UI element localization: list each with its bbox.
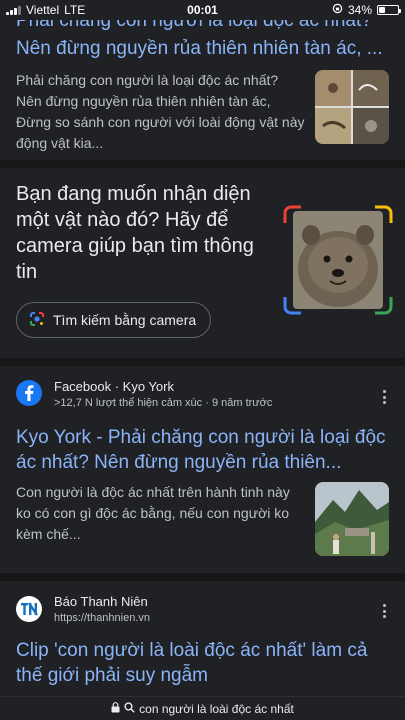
- result-title[interactable]: Clip 'con người là loài độc ác nhất' làm…: [16, 638, 388, 688]
- site-url: https://thanhnien.vn: [54, 612, 151, 624]
- result-thumbnail[interactable]: [315, 482, 389, 556]
- quokka-image: [283, 205, 393, 315]
- battery-area: 34%: [332, 3, 401, 17]
- more-options-icon[interactable]: [383, 390, 387, 404]
- result-meta: >12,7 N lượt thể hiện cảm xúc · 9 năm tr…: [54, 397, 273, 409]
- site-name[interactable]: Báo Thanh Niên: [54, 594, 148, 609]
- status-bar: Viettel LTE 00:01 34%: [0, 0, 405, 20]
- divider: [0, 358, 405, 366]
- facebook-icon: [16, 380, 42, 406]
- result-snippet: Con người là độc ác nhất trên hành tinh …: [16, 484, 290, 542]
- battery-percent: 34%: [347, 3, 372, 17]
- search-result-top: Phải chăng con người là loại độc ác nhất…: [0, 0, 405, 160]
- battery-icon: [377, 5, 401, 15]
- result-snippet: Phải chăng con người là loại độc ác nhất…: [16, 72, 305, 151]
- google-lens-icon: [29, 311, 45, 330]
- camera-search-label: Tìm kiếm bằng camera: [53, 312, 197, 328]
- divider: [0, 573, 405, 581]
- result-title[interactable]: Kyo York - Phải chăng con người là loại …: [16, 425, 388, 475]
- divider: [0, 160, 405, 168]
- thanhnien-logo-icon: [16, 596, 42, 622]
- address-bar[interactable]: con người là loài độc ác nhất: [0, 696, 405, 720]
- site-name[interactable]: Facebook · Kyo York: [54, 379, 174, 394]
- rotation-lock-icon: [332, 3, 343, 17]
- result-title[interactable]: Nên đừng nguyền rủa thiên nhiên tàn ác, …: [16, 36, 388, 61]
- result-thumbnail[interactable]: [315, 70, 389, 144]
- camera-promo-text: Bạn đang muốn nhận diện một vật nào đó? …: [16, 183, 254, 283]
- address-bar-query: con người là loài độc ác nhất: [139, 701, 294, 716]
- search-icon: [124, 701, 135, 716]
- lock-icon: [111, 701, 120, 716]
- more-options-icon[interactable]: [383, 604, 387, 618]
- camera-search-button[interactable]: Tìm kiếm bằng camera: [16, 302, 212, 338]
